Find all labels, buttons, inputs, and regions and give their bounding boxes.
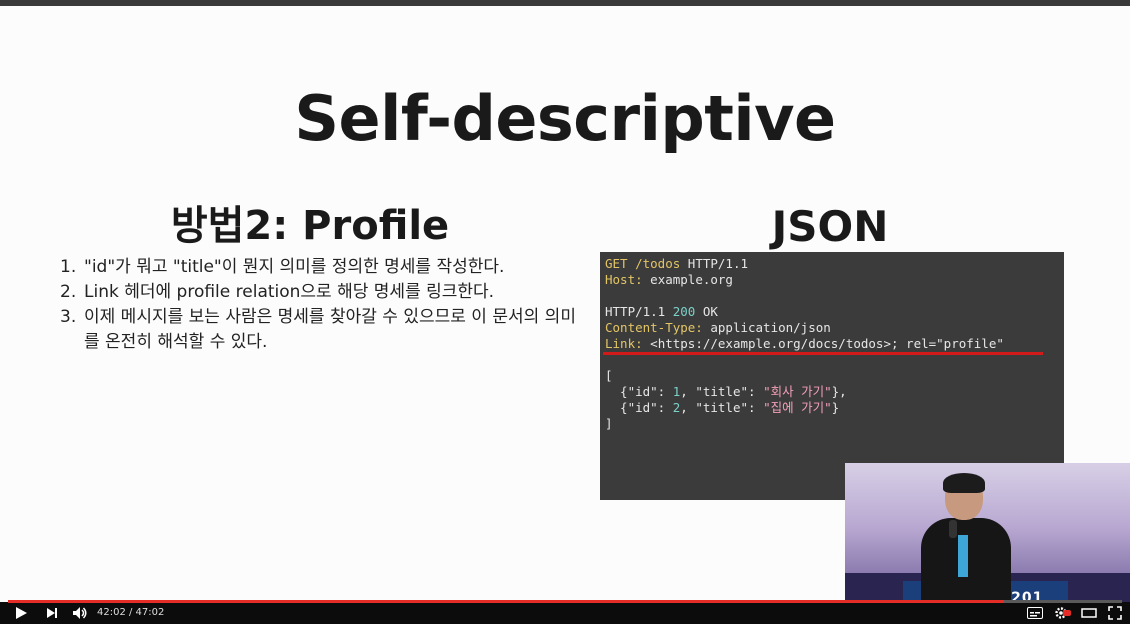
list-item-number: 3. (60, 307, 77, 327)
time-display: 42:02 / 47:02 (97, 607, 165, 618)
play-icon[interactable] (14, 606, 28, 623)
json-punct: }, (831, 384, 847, 399)
json-key: {"id": (605, 400, 673, 415)
code-line-request: GET /todos HTTP/1.1 (605, 256, 1059, 272)
fullscreen-icon[interactable] (1108, 606, 1122, 623)
slide-subtitle: 방법2: Profile (170, 203, 450, 249)
speaker-webcam: DEVIEW 201 (845, 463, 1130, 603)
code-line-open-bracket: [ (605, 368, 613, 383)
code-line-host: Host: example.org (605, 272, 1059, 288)
code-line-item: {"id": 2, "title": "집에 가기"} (605, 400, 1059, 416)
header-value: application/json (702, 320, 831, 335)
progress-bar[interactable] (8, 600, 1122, 603)
list-item-number: 2. (60, 282, 77, 302)
header-value: example.org (642, 272, 733, 287)
http-path: /todos (627, 256, 688, 271)
microphone (949, 520, 957, 538)
steps-list: 1. "id"가 뭐고 "title"이 뭔지 의미를 정의한 명세를 작성한다.… (60, 255, 580, 355)
link-underline-annotation (603, 352, 1043, 355)
list-item-text: Link 헤더에 profile relation으로 해당 명세를 링크한다. (84, 282, 495, 302)
hd-badge (1063, 610, 1071, 616)
list-item-text: "id"가 뭐고 "title"이 뭔지 의미를 정의한 명세를 작성한다. (84, 257, 505, 277)
http-version: HTTP/1.1 (687, 256, 749, 271)
code-line-item: {"id": 1, "title": "회사 가기"}, (605, 384, 1059, 400)
status-reason: OK (695, 304, 718, 319)
header-key: Content-Type: (605, 320, 703, 335)
player-controls (0, 602, 1130, 624)
json-heading: JSON (771, 202, 889, 251)
slide-title: Self-descriptive (294, 82, 836, 155)
json-key: , "title": (680, 384, 764, 399)
code-line-content-type: Content-Type: application/json (605, 320, 1059, 336)
status-version: HTTP/1.1 (605, 304, 673, 319)
code-line-link: Link: <https://example.org/docs/todos>; … (605, 336, 1059, 352)
speaker-lanyard (958, 535, 968, 577)
header-key: Link: (605, 336, 643, 351)
list-item: 3. 이제 메시지를 보는 사람은 명세를 찾아갈 수 있으므로 이 문서의 의미… (60, 305, 580, 355)
list-item-text: 이제 메시지를 보는 사람은 명세를 찾아갈 수 있으므로 이 문서의 의미를 … (84, 307, 576, 352)
progress-bar-fill (8, 600, 1004, 603)
json-key: {"id": (605, 384, 673, 399)
list-item: 2. Link 헤더에 profile relation으로 해당 명세를 링크한… (60, 280, 580, 305)
header-key: Host: (605, 272, 643, 287)
speaker-hair (943, 473, 985, 493)
status-code: 200 (672, 304, 696, 319)
json-string: "집에 가기" (763, 400, 832, 415)
code-line-status: HTTP/1.1 200 OK (605, 304, 1059, 320)
header-value: <https://example.org/docs/todos>; rel="p… (642, 336, 1004, 351)
http-method: GET (605, 256, 628, 271)
volume-icon[interactable] (72, 606, 88, 623)
list-item-number: 1. (60, 257, 77, 277)
json-string: "회사 가기" (763, 384, 832, 399)
theater-mode-icon[interactable] (1081, 607, 1097, 622)
json-punct: } (831, 400, 840, 415)
subtitles-icon[interactable] (1027, 607, 1043, 622)
next-icon[interactable] (45, 606, 59, 623)
code-line-close-bracket: ] (605, 416, 613, 431)
json-key: , "title": (680, 400, 764, 415)
list-item: 1. "id"가 뭐고 "title"이 뭔지 의미를 정의한 명세를 작성한다. (60, 255, 580, 280)
